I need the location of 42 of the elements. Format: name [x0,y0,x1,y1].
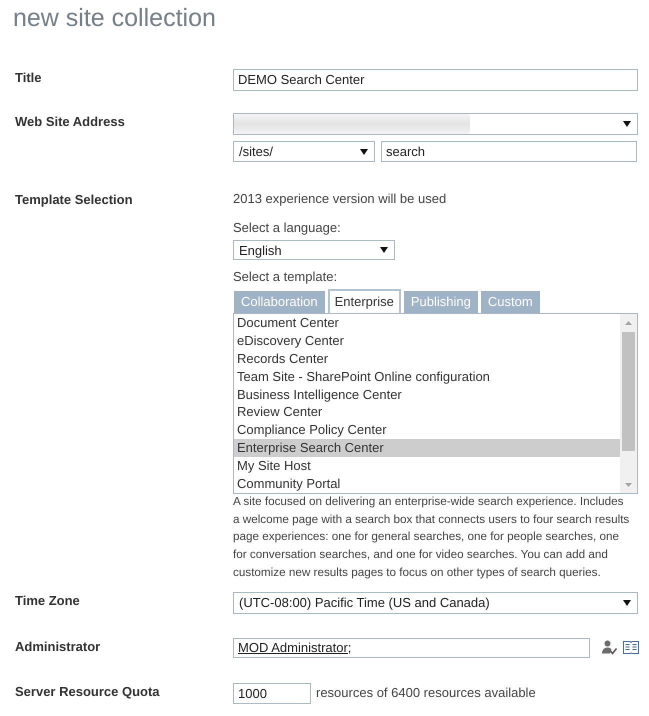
template-option[interactable]: Review Center [234,403,620,422]
template-option[interactable]: eDiscovery Center [234,332,620,350]
version-note: 2013 experience version will be used [233,191,446,206]
field-label: Title [15,69,42,87]
book-icon[interactable] [623,641,639,654]
field-label: Web Site Address [15,113,125,131]
template-option[interactable]: Business Intelligence Center [234,386,620,404]
field-label: Server Resource Quota [15,682,160,701]
template-option[interactable]: My Site Host [234,457,620,476]
template-option[interactable]: Compliance Policy Center [234,421,620,440]
path-dropdown[interactable]: /sites/ [233,141,375,162]
template-option[interactable]: Community Portal [234,475,620,493]
caret-icon [380,247,388,253]
text-field[interactable]: DEMO Search Center [233,69,638,91]
template-option[interactable]: Enterprise Search Center [234,439,620,458]
dropdown[interactable]: (UTC-08:00) Pacific Time (US and Canada) [233,592,638,614]
scrollbar-thumb[interactable] [622,332,635,451]
template-list[interactable] [233,313,638,494]
scroll-down-icon[interactable] [625,482,632,486]
template-tab[interactable]: Enterprise [328,289,401,313]
field-label: Template Selection [15,191,133,209]
language-prompt: Select a language: [233,220,341,235]
template-option[interactable]: Document Center [234,314,620,332]
url-name-field[interactable]: search [381,141,637,162]
caret-icon [623,600,631,606]
people-picker-field[interactable]: MOD Administrator; [233,638,590,658]
template-prompt: Select a template: [233,269,338,284]
template-option[interactable]: Records Center [234,350,620,368]
person-check-icon[interactable] [602,640,617,656]
caret-icon [623,121,631,127]
field-label: Administrator [15,638,100,656]
field-label: Time Zone [15,592,80,610]
page-title: new site collection [13,3,216,33]
caret-icon [360,148,368,154]
quota-field[interactable]: 1000 [233,682,311,704]
scrollbar[interactable] [620,314,637,493]
address-dropdown[interactable] [233,113,638,135]
template-option[interactable]: Team Site - SharePoint Online configuration [234,368,620,386]
template-description: A site focused on delivering an enterprise-wide search experience. Includes a welcome page with a search box that connects users to four search results page experiences: one for general searches, one for people searches, one for conversation searches, and one for video searches. You can add and customize new results pages to focus on other types of search queries. [233,494,630,581]
quota-note: resources of 6400 resources available [316,685,536,700]
language-dropdown[interactable]: English [233,240,395,260]
scroll-up-icon[interactable] [625,320,632,324]
